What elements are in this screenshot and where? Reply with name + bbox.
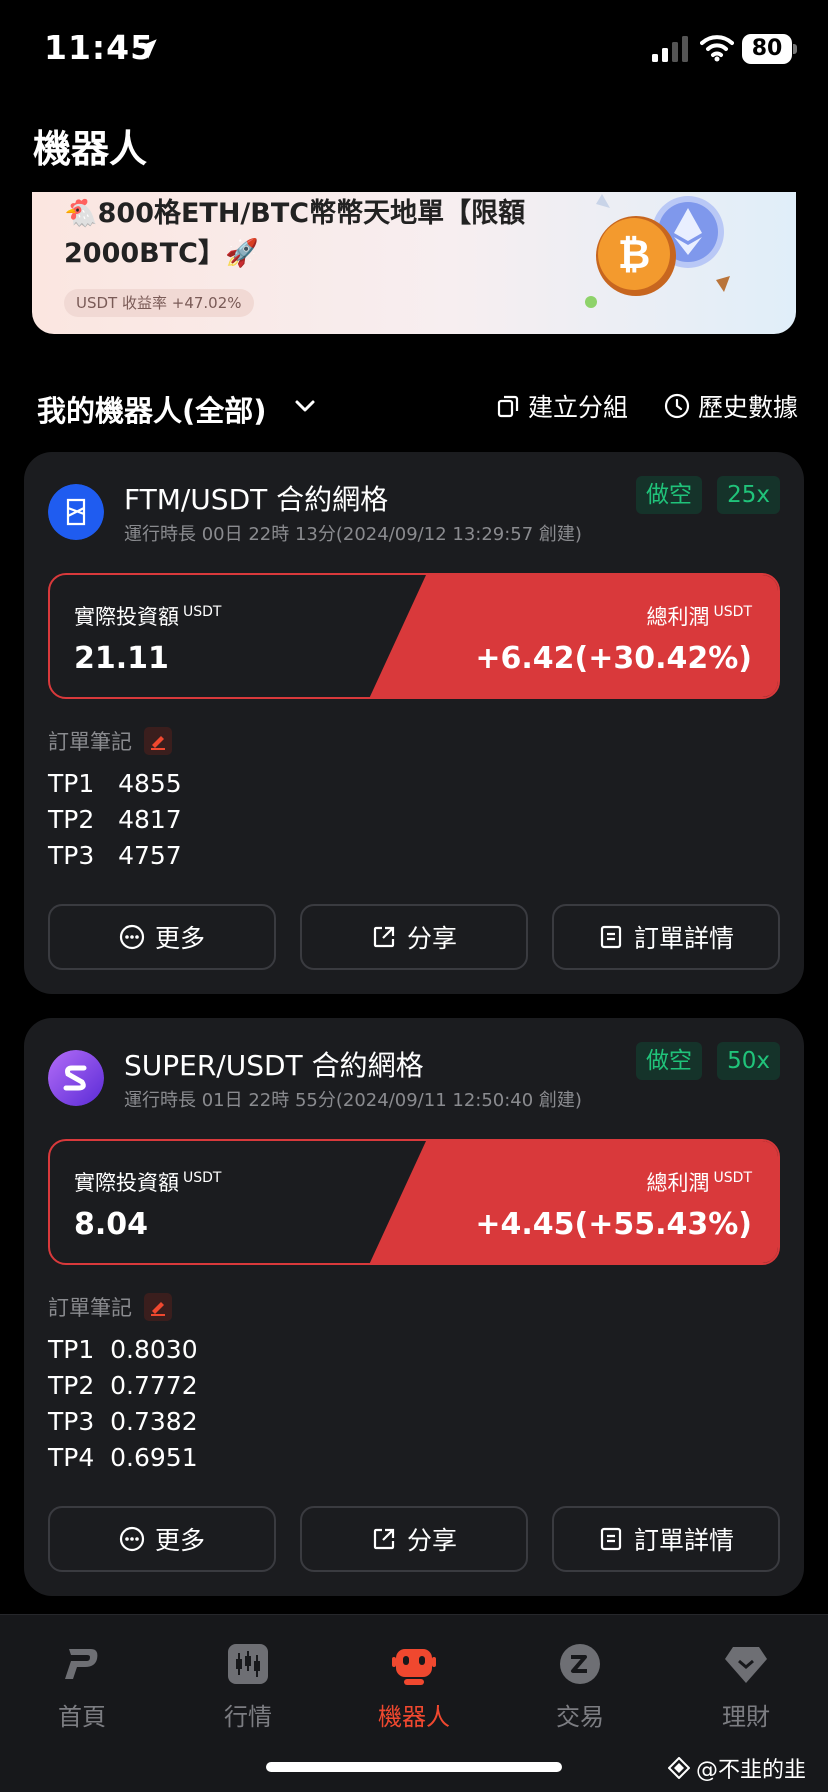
bot-runtime: 運行時長 01日 22時 55分(2024/09/11 12:50:40 創建) (124, 1090, 582, 1111)
battery-tip (793, 44, 797, 54)
more-button[interactable]: 更多 (48, 1506, 276, 1572)
profit-label: 總利潤 USDT (646, 604, 752, 629)
tab-earn[interactable]: 理財 (686, 1641, 806, 1732)
tab-market[interactable]: 行情 (188, 1641, 308, 1732)
profit-highlight-shape (369, 1141, 778, 1263)
chevron-down-icon[interactable] (294, 398, 316, 416)
order-details-button[interactable]: 訂單詳情 (552, 904, 780, 970)
share-button[interactable]: 分享 (300, 904, 528, 970)
tab-trade-label: 交易 (556, 1703, 604, 1731)
status-bar: 11:45 80 (0, 0, 828, 96)
share-label: 分享 (406, 1526, 457, 1555)
order-details-label: 訂單詳情 (633, 924, 734, 953)
investment-label: 實際投資額 USDT (74, 1170, 222, 1195)
leverage-badge: 25x (717, 476, 780, 514)
promo-banner[interactable]: 🐔800格ETH/BTC幣幣天地單【限額2000BTC】🚀 USDT 收益率 +… (32, 192, 796, 334)
bot-actions: 更多 分享 訂單詳情 (48, 904, 780, 970)
order-details-label: 訂單詳情 (633, 1526, 734, 1555)
robot-icon (392, 1649, 436, 1685)
more-label: 更多 (154, 1526, 205, 1555)
more-button[interactable]: 更多 (48, 904, 276, 970)
order-notes: 訂單筆記 (48, 1292, 172, 1322)
leverage-badge: 50x (717, 1042, 780, 1080)
bot-runtime: 運行時長 00日 22時 13分(2024/09/12 13:29:57 創建) (124, 524, 582, 545)
profit-highlight-shape (369, 575, 778, 697)
market-icon (228, 1644, 268, 1684)
history-data-button[interactable]: 歷史數據 (664, 388, 798, 424)
side-badge: 做空 (636, 476, 702, 514)
pnl-panel: 實際投資額 USDT 8.04 總利潤 USDT +4.45(+55.43%) (48, 1139, 780, 1265)
banner-title: 🐔800格ETH/BTC幣幣天地單【限額2000BTC】🚀 (64, 198, 526, 269)
watermark: @不韭的韭 (668, 1752, 806, 1784)
svg-text:₿: ₿ (618, 232, 651, 278)
trade-icon (560, 1644, 600, 1684)
order-notes: 訂單筆記 (48, 726, 172, 756)
order-notes-label: 訂單筆記 (48, 1296, 132, 1320)
page-title: 機器人 (33, 127, 148, 171)
copy-icon (497, 395, 519, 418)
history-data-label: 歷史數據 (698, 393, 799, 422)
crypto-coins-illustration: ₿ (585, 194, 730, 308)
note-line: TP3 0.7382 (48, 1407, 198, 1436)
pnl-panel: 實際投資額 USDT 21.11 總利潤 USDT +6.42(+30.42%) (48, 573, 780, 699)
tab-home[interactable]: 首頁 (22, 1641, 142, 1732)
my-bots-header: 我的機器人(全部) 建立分組 歷史數據 (0, 380, 828, 436)
document-icon (600, 1527, 622, 1551)
document-icon (600, 925, 622, 949)
profit-label: 總利潤 USDT (646, 1170, 752, 1195)
tab-robot[interactable]: 機器人 (354, 1641, 474, 1732)
share-icon (373, 926, 395, 948)
create-group-label: 建立分組 (528, 393, 629, 422)
earn-icon (725, 1647, 767, 1683)
note-line: TP1 4855 (48, 769, 182, 798)
note-line: TP4 0.6951 (48, 1443, 198, 1472)
investment-label: 實際投資額 USDT (74, 604, 222, 629)
order-notes-label: 訂單筆記 (48, 730, 132, 754)
banner-yield-chip: USDT 收益率 +47.02% (64, 289, 254, 317)
share-button[interactable]: 分享 (300, 1506, 528, 1572)
share-label: 分享 (406, 924, 457, 953)
diamond-logo-icon (668, 1757, 690, 1779)
bot-pair-name: SUPER/USDT 合約網格 (124, 1049, 424, 1082)
home-icon (65, 1649, 98, 1679)
profit-value: +6.42(+30.42%) (475, 641, 752, 676)
create-group-button[interactable]: 建立分組 (496, 388, 628, 424)
bot-actions: 更多 分享 訂單詳情 (48, 1506, 780, 1572)
edit-icon[interactable] (144, 1293, 172, 1321)
order-details-button[interactable]: 訂單詳情 (552, 1506, 780, 1572)
tab-trade[interactable]: 交易 (520, 1641, 640, 1732)
side-badge: 做空 (636, 1042, 702, 1080)
more-label: 更多 (154, 924, 205, 953)
profit-value: +4.45(+55.43%) (475, 1207, 752, 1242)
ftm-coin-icon (48, 484, 104, 540)
tab-earn-label: 理財 (722, 1703, 770, 1731)
share-icon (373, 1528, 395, 1550)
bot-card[interactable]: FTM/USDT 合約網格 運行時長 00日 22時 13分(2024/09/1… (24, 452, 804, 994)
more-dots-icon (119, 1526, 145, 1552)
tab-robot-label: 機器人 (378, 1703, 450, 1731)
battery-indicator: 80 (742, 34, 792, 64)
order-notes-list: TP1 0.8030 TP2 0.7772 TP3 0.7382 TP4 0.6… (48, 1332, 198, 1476)
note-line: TP1 0.8030 (48, 1335, 198, 1364)
bot-card[interactable]: SUPER/USDT 合約網格 運行時長 01日 22時 55分(2024/09… (24, 1018, 804, 1596)
clock-icon (664, 393, 690, 419)
note-line: TP3 4757 (48, 841, 182, 870)
more-dots-icon (119, 924, 145, 950)
edit-icon[interactable] (144, 727, 172, 755)
home-indicator (266, 1762, 562, 1772)
note-line: TP2 0.7772 (48, 1371, 198, 1400)
location-arrow-icon (137, 39, 157, 59)
investment-value: 8.04 (74, 1207, 149, 1242)
super-coin-icon (48, 1050, 104, 1106)
order-notes-list: TP1 4855 TP2 4817 TP3 4757 (48, 766, 182, 874)
cellular-signal-icon (652, 36, 688, 62)
investment-value: 21.11 (74, 641, 169, 676)
bot-pair-name: FTM/USDT 合約網格 (124, 483, 389, 516)
note-line: TP2 4817 (48, 805, 182, 834)
bots-filter-dropdown[interactable]: 我的機器人(全部) (37, 388, 267, 430)
watermark-text: @不韭的韭 (696, 1758, 807, 1783)
wifi-icon (700, 35, 734, 62)
tab-home-label: 首頁 (58, 1703, 106, 1731)
tab-market-label: 行情 (224, 1703, 272, 1731)
